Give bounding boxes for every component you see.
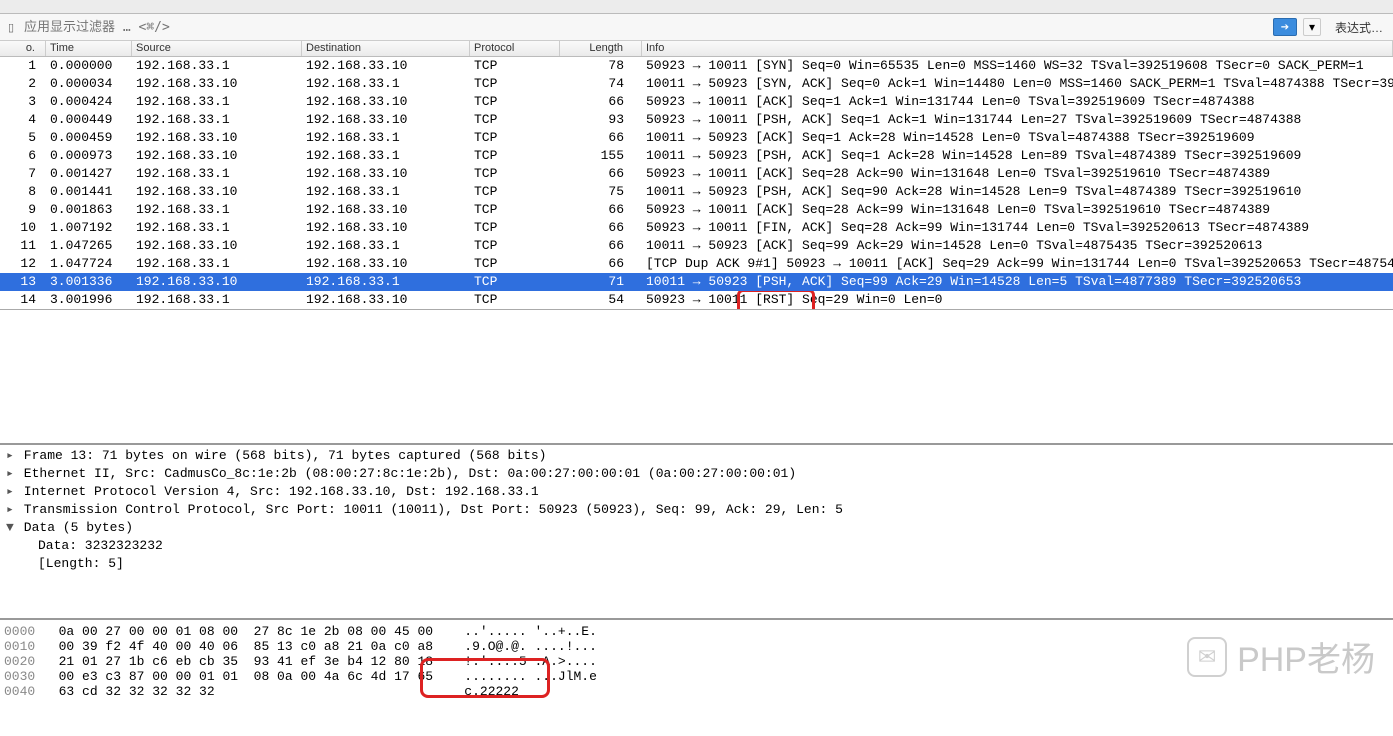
col-header-length[interactable]: Length — [560, 41, 642, 56]
packet-list-header: o. Time Source Destination Protocol Leng… — [0, 41, 1393, 57]
packet-list-empty-area — [0, 310, 1393, 445]
col-header-source[interactable]: Source — [132, 41, 302, 56]
col-header-destination[interactable]: Destination — [302, 41, 470, 56]
hex-line[interactable]: 0000 0a 00 27 00 00 01 08 00 27 8c 1e 2b… — [4, 624, 1393, 639]
col-header-time[interactable]: Time — [46, 41, 132, 56]
packet-row[interactable]: 90.001863192.168.33.1192.168.33.10TCP665… — [0, 201, 1393, 219]
packet-row[interactable]: 111.047265192.168.33.10192.168.33.1TCP66… — [0, 237, 1393, 255]
hex-line[interactable]: 0010 00 39 f2 4f 40 00 40 06 85 13 c0 a8… — [4, 639, 1393, 654]
packet-row[interactable]: 20.000034192.168.33.10192.168.33.1TCP741… — [0, 75, 1393, 93]
packet-row[interactable]: 80.001441192.168.33.10192.168.33.1TCP751… — [0, 183, 1393, 201]
packet-row[interactable]: 10.000000192.168.33.1192.168.33.10TCP785… — [0, 57, 1393, 75]
packet-bytes-pane[interactable]: 0000 0a 00 27 00 00 01 08 00 27 8c 1e 2b… — [0, 620, 1393, 703]
display-filter-input[interactable] — [18, 16, 1273, 38]
filter-history-dropdown[interactable]: ▾ — [1303, 18, 1321, 36]
detail-line[interactable]: ▸ Internet Protocol Version 4, Src: 192.… — [4, 483, 1393, 501]
col-header-protocol[interactable]: Protocol — [470, 41, 560, 56]
filter-bar: ▯ ➔ ▾ 表达式… — [0, 14, 1393, 41]
detail-line[interactable]: Data: 3232323232 — [4, 537, 1393, 555]
packet-row[interactable]: 70.001427192.168.33.1192.168.33.10TCP665… — [0, 165, 1393, 183]
detail-line[interactable]: ▸ Transmission Control Protocol, Src Por… — [4, 501, 1393, 519]
col-header-info[interactable]: Info — [642, 41, 1393, 56]
hex-line[interactable]: 0040 63 cd 32 32 32 32 32 c.22222 — [4, 684, 1393, 699]
detail-line[interactable]: ▸ Frame 13: 71 bytes on wire (568 bits),… — [4, 447, 1393, 465]
bookmark-icon[interactable]: ▯ — [4, 20, 18, 34]
packet-row[interactable]: 133.001336192.168.33.10192.168.33.1TCP71… — [0, 273, 1393, 291]
packet-details-pane[interactable]: ▸ Frame 13: 71 bytes on wire (568 bits),… — [0, 445, 1393, 620]
packet-row[interactable]: 101.007192192.168.33.1192.168.33.10TCP66… — [0, 219, 1393, 237]
hex-line[interactable]: 0020 21 01 27 1b c6 eb cb 35 93 41 ef 3e… — [4, 654, 1393, 669]
packet-row[interactable]: 143.001996192.168.33.1192.168.33.10TCP54… — [0, 291, 1393, 309]
packet-row[interactable]: 60.000973192.168.33.10192.168.33.1TCP155… — [0, 147, 1393, 165]
packet-list-pane: o. Time Source Destination Protocol Leng… — [0, 41, 1393, 310]
detail-line[interactable]: [Length: 5] — [4, 555, 1393, 573]
packet-row[interactable]: 30.000424192.168.33.1192.168.33.10TCP665… — [0, 93, 1393, 111]
col-header-no[interactable]: o. — [0, 41, 46, 56]
packet-row[interactable]: 121.047724192.168.33.1192.168.33.10TCP66… — [0, 255, 1393, 273]
packet-list-body[interactable]: 10.000000192.168.33.1192.168.33.10TCP785… — [0, 57, 1393, 309]
expression-button[interactable]: 表达式… — [1329, 19, 1389, 36]
detail-line[interactable]: ▼ Data (5 bytes) — [4, 519, 1393, 537]
packet-row[interactable]: 50.000459192.168.33.10192.168.33.1TCP661… — [0, 129, 1393, 147]
packet-row[interactable]: 40.000449192.168.33.1192.168.33.10TCP935… — [0, 111, 1393, 129]
toolbar — [0, 0, 1393, 14]
detail-line[interactable]: ▸ Ethernet II, Src: CadmusCo_8c:1e:2b (0… — [4, 465, 1393, 483]
apply-filter-button[interactable]: ➔ — [1273, 18, 1297, 36]
hex-line[interactable]: 0030 00 e3 c3 87 00 00 01 01 08 0a 00 4a… — [4, 669, 1393, 684]
